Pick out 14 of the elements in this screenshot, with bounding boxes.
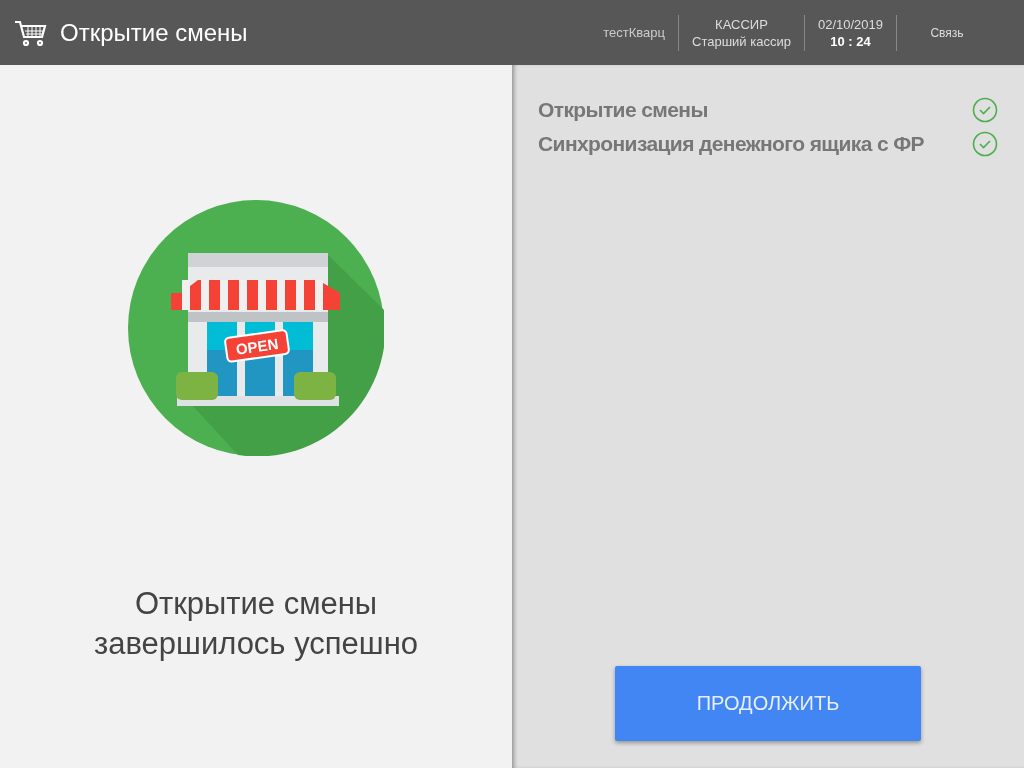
time-text: 10 : 24	[830, 32, 871, 50]
cart-icon	[14, 18, 48, 47]
screen-title: Открытие смены	[60, 18, 249, 47]
continue-button[interactable]: ПРОДОЛЖИТЬ	[615, 666, 921, 741]
step-label: Открытие смены	[538, 98, 708, 122]
store-illustration: OPEN	[128, 200, 384, 456]
date-text: 02/10/2019	[817, 15, 883, 33]
status-message: завершилось успешно	[93, 625, 419, 663]
user-position: Старший кассир	[692, 32, 791, 50]
step-label: Синхронизация денежного ящика с ФР	[538, 132, 924, 156]
connection-link[interactable]: Связь	[896, 14, 997, 51]
user-role: КАССИР	[715, 15, 768, 33]
status-message: Открытие смены	[134, 585, 378, 623]
user-name: тестКварц	[603, 24, 665, 41]
